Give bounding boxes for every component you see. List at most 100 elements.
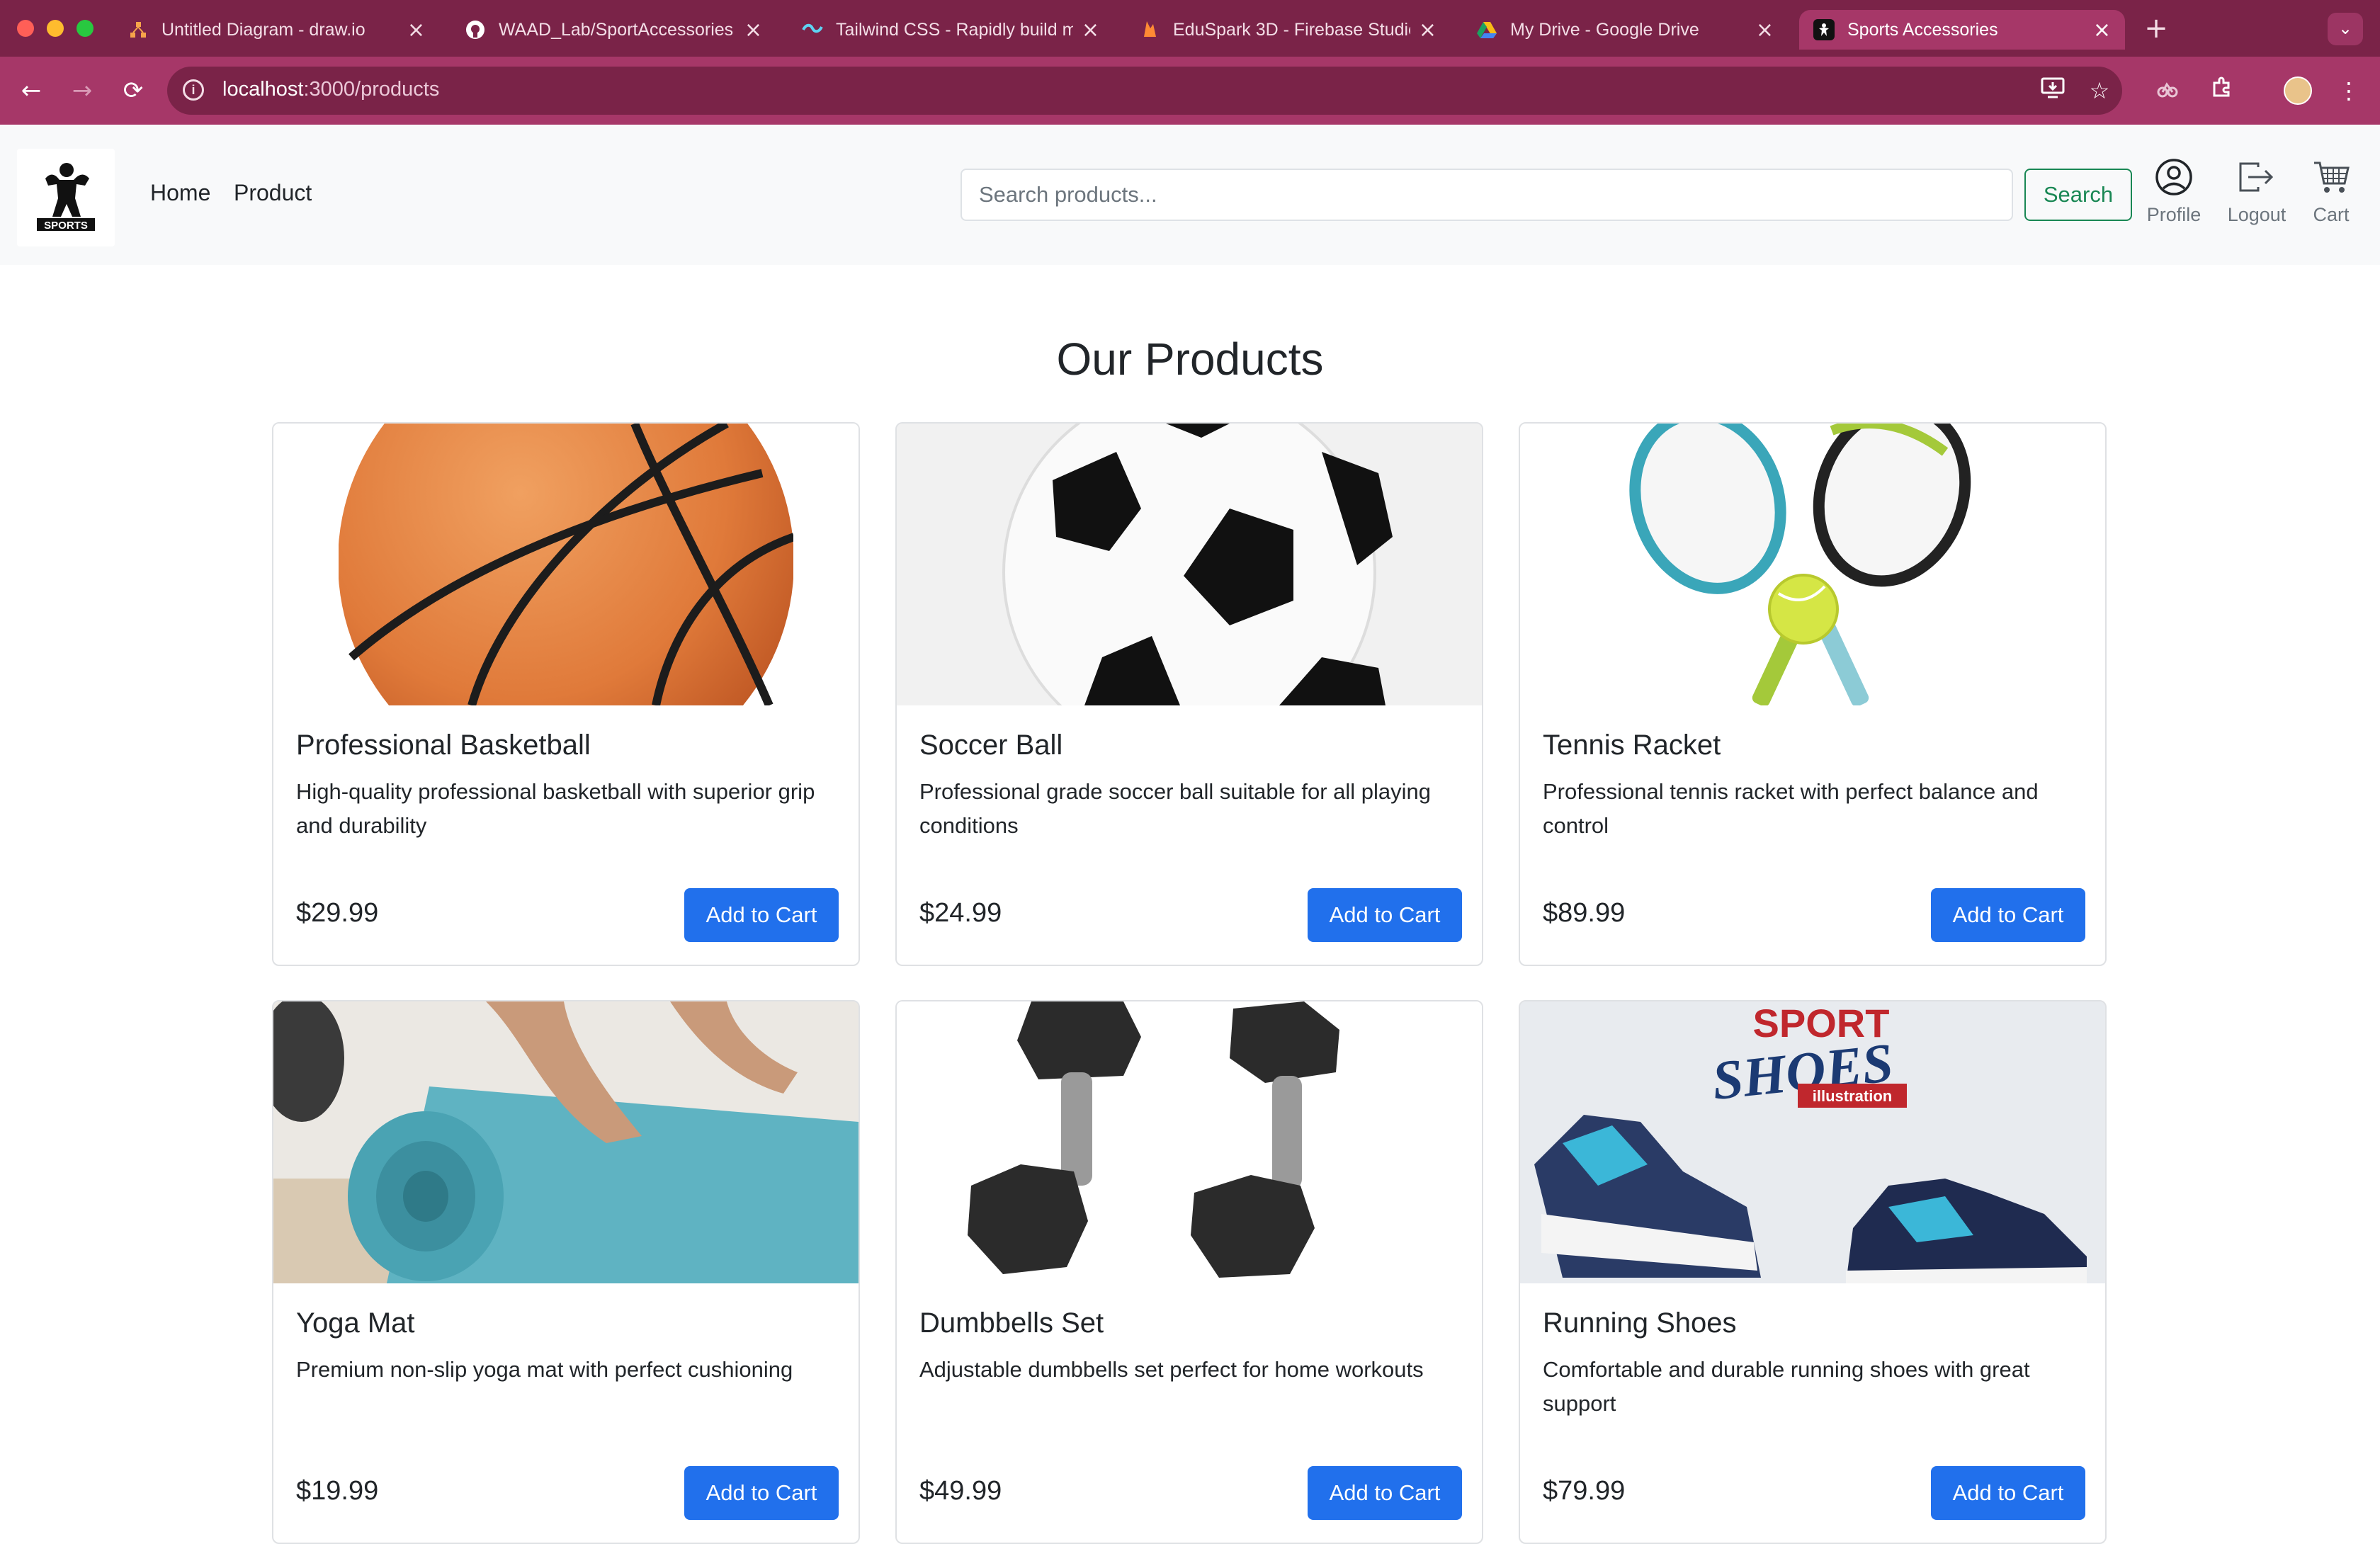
browser-tab-active[interactable]: Sports Accessories × — [1799, 10, 2125, 50]
tab-close-icon[interactable]: × — [744, 18, 762, 42]
product-image — [897, 424, 1482, 705]
cart-link[interactable]: Cart — [2292, 156, 2370, 226]
sports-site-icon — [1813, 19, 1835, 40]
logout-label: Logout — [2227, 204, 2286, 225]
tab-close-icon[interactable]: × — [407, 18, 425, 42]
product-price: $24.99 — [919, 898, 1002, 928]
site-info-icon[interactable]: i — [183, 79, 204, 101]
product-card: Professional Basketball High-quality pro… — [272, 422, 860, 966]
soccer-ball-icon — [897, 424, 1482, 705]
dumbbells-icon — [968, 1001, 1339, 1278]
back-arrow-icon[interactable]: ← — [14, 74, 48, 108]
product-card: Dumbbells Set Adjustable dumbbells set p… — [895, 1000, 1483, 1544]
brand-logo[interactable]: SPORTS — [17, 149, 115, 246]
person-circle-icon — [2135, 156, 2213, 198]
add-to-cart-button[interactable]: Add to Cart — [1931, 888, 2085, 942]
add-to-cart-button[interactable]: Add to Cart — [684, 1466, 839, 1520]
product-price: $29.99 — [296, 898, 379, 928]
tab-title: EduSpark 3D - Firebase Studio — [1173, 19, 1410, 40]
nav-link-home[interactable]: Home — [150, 180, 210, 206]
browser-menu-icon[interactable]: ⋮ — [2332, 74, 2366, 108]
tab-title: WAAD_Lab/SportAccessories — [499, 19, 734, 40]
tab-close-icon[interactable]: × — [1082, 18, 1099, 42]
add-to-cart-button[interactable]: Add to Cart — [1931, 1466, 2085, 1520]
basketball-icon — [273, 424, 858, 705]
svg-text:SPORTS: SPORTS — [44, 220, 88, 232]
product-description: Comfortable and durable running shoes wi… — [1543, 1357, 2030, 1416]
sport-shoes-icon: SPORT SHOES illustration — [1520, 1001, 2105, 1283]
reload-icon[interactable]: ⟳ — [116, 74, 150, 108]
add-to-cart-button[interactable]: Add to Cart — [1308, 888, 1462, 942]
product-price: $79.99 — [1543, 1476, 1626, 1506]
window-close-control[interactable] — [17, 20, 34, 37]
page-title: Our Products — [1056, 334, 1324, 385]
search-button[interactable]: Search — [2024, 169, 2132, 221]
new-tab-button[interactable]: + — [2139, 11, 2173, 45]
tab-close-icon[interactable]: × — [1419, 18, 1436, 42]
product-description: Premium non-slip yoga mat with perfect c… — [296, 1357, 793, 1382]
tab-search-chevron-icon[interactable]: ⌄ — [2328, 13, 2363, 45]
product-image: SPORT SHOES illustration — [1520, 1001, 2105, 1283]
product-name: Yoga Mat — [296, 1307, 415, 1339]
profile-label: Profile — [2146, 204, 2202, 225]
browser-tab[interactable]: EduSpark 3D - Firebase Studio × — [1125, 10, 1451, 50]
nav-link-product[interactable]: Product — [234, 180, 312, 206]
product-price: $89.99 — [1543, 898, 1626, 928]
product-price: $19.99 — [296, 1476, 379, 1506]
tab-close-icon[interactable]: × — [1756, 18, 1774, 42]
address-bar[interactable] — [167, 67, 2122, 115]
window-minimize-control[interactable] — [47, 20, 64, 37]
svg-text:illustration: illustration — [1813, 1087, 1892, 1105]
product-card: Tennis Racket Professional tennis racket… — [1519, 422, 2107, 966]
bookmark-star-icon[interactable]: ☆ — [2082, 74, 2116, 108]
product-name: Professional Basketball — [296, 730, 591, 761]
bodybuilder-logo-icon: SPORTS — [37, 163, 95, 232]
url-path: :3000/products — [303, 78, 440, 101]
product-card: Yoga Mat Premium non-slip yoga mat with … — [272, 1000, 860, 1544]
url-host: localhost — [222, 78, 304, 101]
address-url[interactable]: localhost:3000/products — [222, 78, 439, 101]
extension-puzzle-alt-icon[interactable] — [2150, 74, 2184, 108]
product-name: Soccer Ball — [919, 730, 1063, 761]
product-image — [897, 1001, 1482, 1283]
forward-arrow-icon[interactable]: → — [65, 74, 99, 108]
browser-tab[interactable]: WAAD_Lab/SportAccessories × — [450, 10, 776, 50]
drawio-icon — [128, 19, 149, 40]
browser-tab[interactable]: My Drive - Google Drive × — [1462, 10, 1788, 50]
browser-profile-avatar[interactable] — [2284, 76, 2312, 105]
product-name: Tennis Racket — [1543, 730, 1721, 761]
product-name: Dumbbells Set — [919, 1307, 1104, 1339]
logout-link[interactable]: Logout — [2218, 156, 2296, 226]
product-description: Professional tennis racket with perfect … — [1543, 779, 2039, 838]
browser-tab[interactable]: Untitled Diagram - draw.io × — [113, 10, 439, 50]
product-card: Soccer Ball Professional grade soccer ba… — [895, 422, 1483, 966]
install-app-icon[interactable] — [2036, 74, 2070, 108]
product-price: $49.99 — [919, 1476, 1002, 1506]
cart-label: Cart — [2313, 204, 2350, 225]
add-to-cart-button[interactable]: Add to Cart — [1308, 1466, 1462, 1520]
tab-close-icon[interactable]: × — [2093, 18, 2111, 42]
product-image — [273, 424, 858, 705]
product-card: SPORT SHOES illustration Running Shoes C… — [1519, 1000, 2107, 1544]
tennis-racket-icon — [1629, 424, 1971, 705]
product-image — [273, 1001, 858, 1283]
browser-tab[interactable]: Tailwind CSS - Rapidly build m × — [788, 10, 1114, 50]
add-to-cart-button[interactable]: Add to Cart — [684, 888, 839, 942]
search-input[interactable] — [960, 169, 2013, 221]
product-description: High-quality professional basketball wit… — [296, 779, 815, 838]
tab-title: My Drive - Google Drive — [1510, 19, 1699, 40]
tab-title: Sports Accessories — [1847, 19, 1998, 40]
profile-link[interactable]: Profile — [2135, 156, 2213, 226]
product-description: Adjustable dumbbells set perfect for hom… — [919, 1357, 1424, 1382]
window-zoom-control[interactable] — [76, 20, 94, 37]
tailwind-icon — [802, 19, 823, 40]
tab-title: Untitled Diagram - draw.io — [162, 19, 366, 40]
yoga-mat-icon — [273, 1001, 858, 1283]
firebase-icon — [1139, 19, 1160, 40]
google-drive-icon — [1476, 19, 1497, 40]
tab-title: Tailwind CSS - Rapidly build m — [836, 19, 1073, 40]
product-image — [1520, 424, 2105, 705]
extensions-icon[interactable] — [2204, 74, 2238, 108]
cart-icon — [2292, 156, 2370, 198]
product-name: Running Shoes — [1543, 1307, 1737, 1339]
